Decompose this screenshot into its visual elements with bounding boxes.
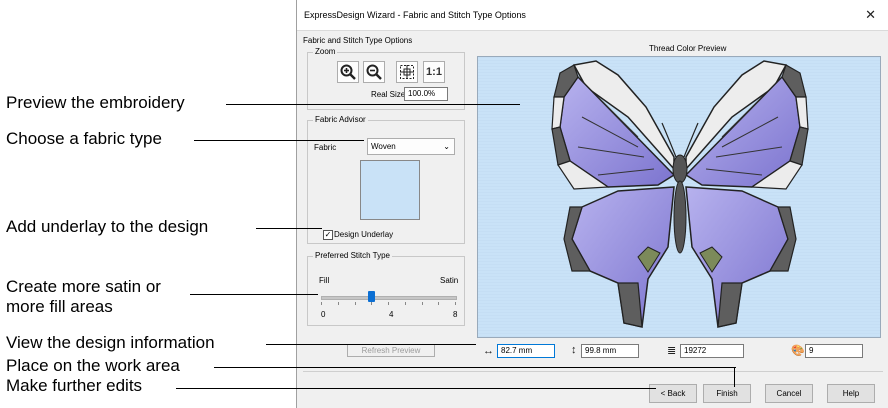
slider-mid-label: 4 — [389, 310, 394, 319]
back-button[interactable]: < Back — [649, 384, 697, 403]
slider-min-label: 0 — [321, 310, 326, 319]
close-icon[interactable]: ✕ — [865, 7, 876, 23]
thread-color-preview — [477, 56, 881, 338]
zoom-in-button[interactable] — [337, 61, 359, 83]
callout-underlay: Add underlay to the design — [6, 217, 209, 236]
leader-preview — [226, 104, 520, 105]
wizard-dialog: ExpressDesign Wizard - Fabric and Stitch… — [296, 0, 888, 408]
leader-info — [266, 344, 476, 345]
chevron-down-icon: ⌄ — [443, 142, 450, 151]
stitch-type-group — [307, 256, 465, 326]
slider-tick — [404, 302, 406, 305]
slider-tick — [455, 302, 456, 305]
preview-title: Thread Color Preview — [649, 44, 727, 53]
zoom-label: Zoom — [313, 47, 338, 56]
real-size-button[interactable]: 1:1 — [423, 61, 445, 83]
fabric-label: Fabric — [314, 143, 337, 152]
refresh-preview-button[interactable]: Refresh Preview — [347, 344, 435, 357]
fit-icon — [400, 65, 414, 79]
slider-tick — [438, 302, 440, 305]
stitch-slider-track[interactable] — [321, 296, 457, 300]
slider-tick — [337, 302, 339, 305]
zoom-out-icon — [366, 64, 382, 80]
stitches-icon: ≣ — [667, 345, 677, 357]
butterfly-design — [478, 57, 880, 337]
height-icon: ↕ — [571, 344, 577, 356]
real-size-label: Real Size — [371, 90, 406, 99]
palette-icon: 🎨 — [791, 345, 805, 357]
cancel-button[interactable]: Cancel — [765, 384, 813, 403]
stitch-slider-thumb[interactable] — [368, 291, 376, 302]
width-icon: ↔ — [483, 345, 494, 357]
slider-tick — [321, 302, 322, 305]
slider-max-label: 8 — [453, 310, 458, 319]
zoom-in-icon — [340, 64, 356, 80]
dialog-title: ExpressDesign Wizard - Fabric and Stitch… — [304, 10, 526, 20]
underlay-checkbox[interactable]: ✓ — [323, 230, 333, 240]
fabric-select[interactable]: Woven ⌄ — [367, 138, 455, 155]
divider — [303, 371, 883, 372]
stitches-field: 19272 — [680, 344, 744, 358]
satin-label: Satin — [440, 276, 459, 285]
colors-field: 9 — [805, 344, 863, 358]
leader-underlay — [256, 228, 322, 229]
zoom-out-button[interactable] — [363, 61, 385, 83]
title-bar: ExpressDesign Wizard - Fabric and Stitch… — [297, 0, 888, 31]
height-field: 99.8 mm — [581, 344, 639, 358]
underlay-label: Design Underlay — [334, 230, 394, 239]
leader-edits — [176, 388, 656, 389]
callout-edits: Make further edits — [6, 376, 143, 395]
callout-fabric: Choose a fabric type — [6, 129, 162, 148]
fabric-select-value: Woven — [371, 142, 396, 151]
help-button[interactable]: Help — [827, 384, 875, 403]
fabric-advisor-label: Fabric Advisor — [313, 115, 368, 124]
callout-design-info: View the design information — [6, 333, 215, 352]
slider-tick — [421, 302, 423, 305]
leader-fabric — [194, 140, 364, 141]
section-title: Fabric and Stitch Type Options — [303, 36, 413, 45]
slider-tick — [388, 302, 389, 305]
callout-preview: Preview the embroidery — [6, 93, 185, 112]
zoom-to-fit-button[interactable] — [396, 61, 418, 83]
callout-place: Place on the work area — [6, 356, 180, 375]
width-field: 82.7 mm — [497, 344, 555, 358]
finish-button[interactable]: Finish — [703, 384, 751, 403]
callout-stitch-type: Create more satin or more fill areas — [6, 277, 161, 316]
slider-tick — [354, 302, 356, 305]
slider-tick — [371, 302, 373, 305]
leader-place-drop — [734, 367, 735, 387]
leader-stitch — [190, 294, 318, 295]
fill-label: Fill — [319, 276, 330, 285]
stitch-type-label: Preferred Stitch Type — [313, 251, 392, 260]
real-size-field[interactable]: 100.0% — [404, 87, 448, 101]
fabric-swatch — [360, 160, 420, 220]
leader-place — [214, 367, 736, 368]
